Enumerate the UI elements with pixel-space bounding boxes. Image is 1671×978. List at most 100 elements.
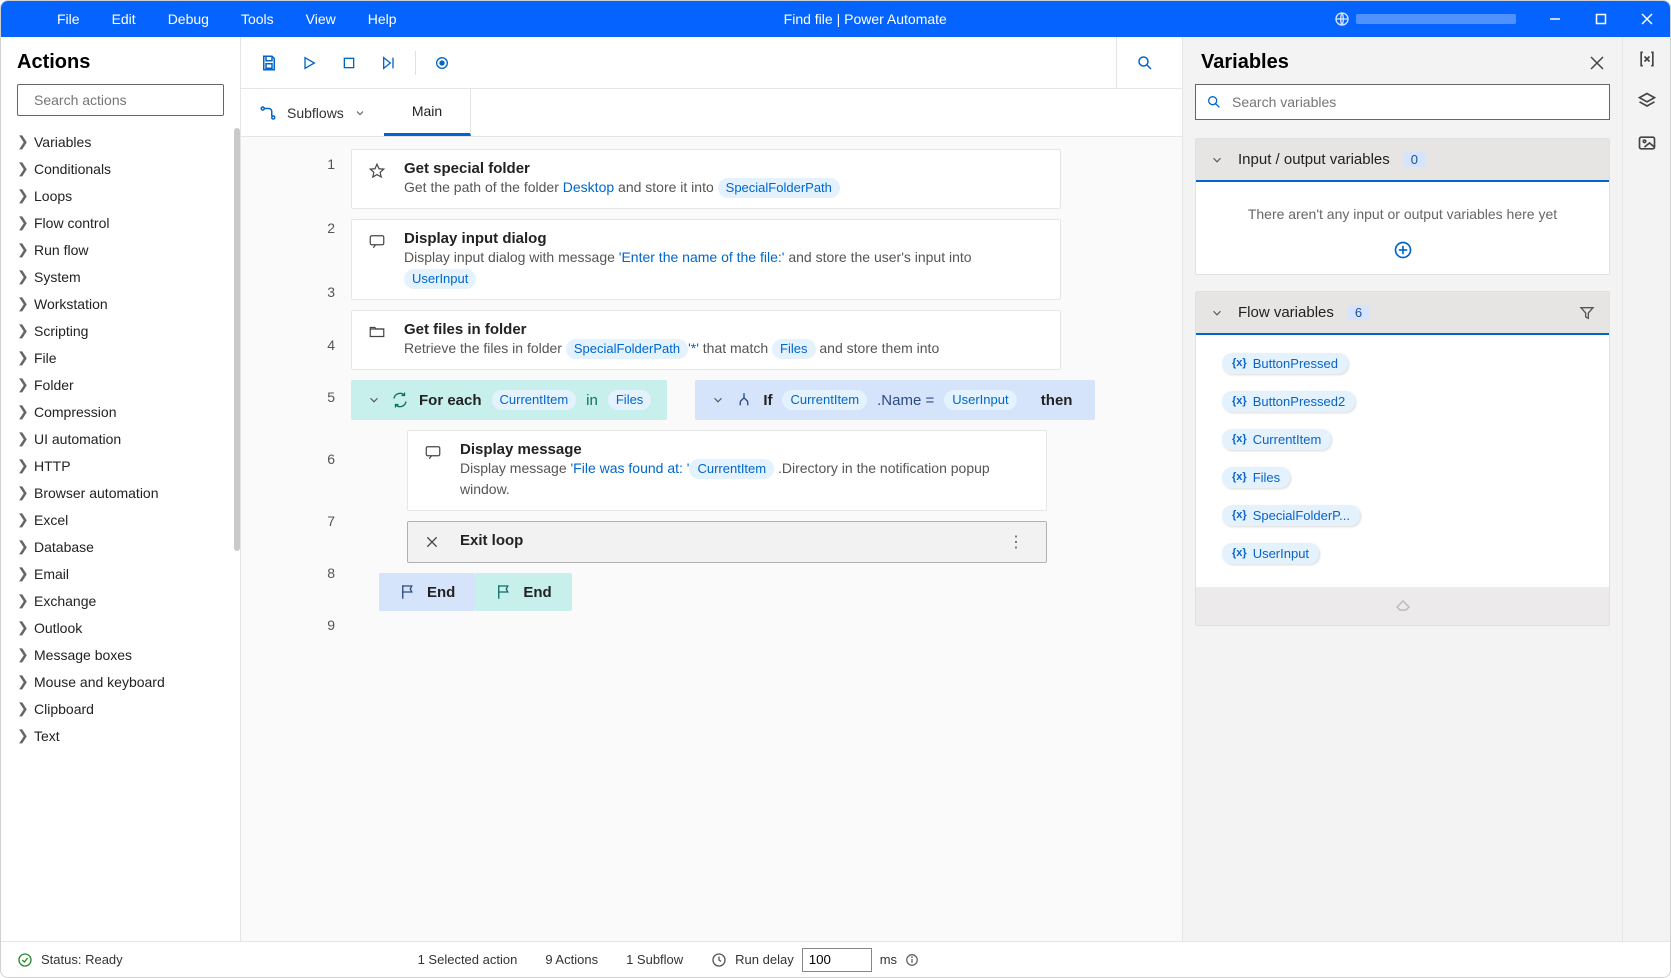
- actions-category[interactable]: ❯Clipboard: [1, 695, 240, 722]
- save-button[interactable]: [251, 45, 287, 81]
- actions-search-input[interactable]: [34, 92, 215, 108]
- stop-button[interactable]: [331, 45, 367, 81]
- foreach-block[interactable]: For each CurrentItem in Files: [351, 380, 667, 420]
- actions-category-list[interactable]: ❯Variables❯Conditionals❯Loops❯Flow contr…: [1, 128, 240, 941]
- flow-variable-row[interactable]: {x}Files: [1230, 463, 1595, 491]
- flow-variable-row[interactable]: {x}CurrentItem: [1230, 425, 1595, 453]
- variable-token[interactable]: CurrentItem: [782, 390, 867, 410]
- layers-rail-button[interactable]: [1637, 91, 1657, 111]
- step-card[interactable]: Exit loop⋮: [407, 521, 1047, 563]
- io-variables-header[interactable]: Input / output variables 0: [1196, 139, 1609, 182]
- actions-category[interactable]: ❯Loops: [1, 182, 240, 209]
- end-if-block[interactable]: End: [379, 573, 475, 611]
- actions-category[interactable]: ❯Run flow: [1, 236, 240, 263]
- menu-file[interactable]: File: [41, 1, 96, 37]
- maximize-button[interactable]: [1578, 1, 1624, 37]
- actions-search-box[interactable]: [17, 84, 224, 116]
- actions-category[interactable]: ❯Email: [1, 560, 240, 587]
- flow-variable-row[interactable]: {x}SpecialFolderP...: [1230, 501, 1595, 529]
- variable-token[interactable]: Files: [772, 339, 815, 359]
- actions-category[interactable]: ❯Scripting: [1, 317, 240, 344]
- run-delay-label: Run delay: [735, 952, 794, 967]
- chevron-down-icon: [1210, 306, 1224, 320]
- actions-category[interactable]: ❯Variables: [1, 128, 240, 155]
- actions-category[interactable]: ❯File: [1, 344, 240, 371]
- tab-main[interactable]: Main: [384, 89, 471, 136]
- variable-name: UserInput: [1253, 546, 1309, 561]
- subflows-dropdown[interactable]: Subflows: [241, 89, 384, 136]
- images-rail-button[interactable]: [1637, 133, 1657, 153]
- menu-help[interactable]: Help: [352, 1, 413, 37]
- menu-debug[interactable]: Debug: [152, 1, 225, 37]
- variable-token[interactable]: UserInput: [404, 269, 476, 289]
- collapse-button[interactable]: [711, 393, 725, 407]
- actions-category[interactable]: ❯Conditionals: [1, 155, 240, 182]
- variable-token[interactable]: CurrentItem: [689, 459, 774, 479]
- variable-chip[interactable]: {x}Files: [1222, 467, 1290, 488]
- message-icon: [424, 443, 444, 461]
- menu-view[interactable]: View: [290, 1, 352, 37]
- info-icon[interactable]: [905, 953, 919, 967]
- variable-chip[interactable]: {x}ButtonPressed2: [1222, 391, 1355, 412]
- step-more-button[interactable]: ⋮: [1002, 532, 1030, 552]
- flow-variable-row[interactable]: {x}ButtonPressed2: [1230, 387, 1595, 415]
- flow-variable-row[interactable]: {x}ButtonPressed: [1230, 349, 1595, 377]
- variable-token[interactable]: Files: [608, 390, 651, 410]
- step-button[interactable]: [371, 45, 407, 81]
- flow-variables-filter-button[interactable]: [1579, 305, 1595, 321]
- canvas-search-button[interactable]: [1116, 37, 1172, 88]
- actions-category[interactable]: ❯Excel: [1, 506, 240, 533]
- variables-search-input[interactable]: [1232, 94, 1599, 110]
- step-card[interactable]: Get special folderGet the path of the fo…: [351, 149, 1061, 209]
- close-button[interactable]: [1624, 1, 1670, 37]
- add-io-variable-button[interactable]: [1212, 240, 1593, 260]
- menu-edit[interactable]: Edit: [96, 1, 152, 37]
- variable-chip[interactable]: {x}CurrentItem: [1222, 429, 1331, 450]
- run-button[interactable]: [291, 45, 327, 81]
- variable-chip[interactable]: {x}SpecialFolderP...: [1222, 505, 1360, 526]
- if-block[interactable]: If CurrentItem .Name = UserInput then: [695, 380, 1095, 420]
- flow-variable-row[interactable]: {x}UserInput: [1230, 539, 1595, 567]
- actions-category[interactable]: ❯Text: [1, 722, 240, 749]
- variable-chip[interactable]: {x}UserInput: [1222, 543, 1319, 564]
- step-card[interactable]: Get files in folderRetrieve the files in…: [351, 310, 1061, 370]
- end-foreach-block[interactable]: End: [475, 573, 571, 611]
- variable-token[interactable]: UserInput: [944, 390, 1016, 410]
- record-button[interactable]: [424, 45, 460, 81]
- step-card[interactable]: Display input dialogDisplay input dialog…: [351, 219, 1061, 300]
- step-card[interactable]: Display messageDisplay message 'File was…: [407, 430, 1047, 511]
- actions-category-label: Scripting: [34, 323, 88, 339]
- variables-search-box[interactable]: [1195, 84, 1610, 120]
- loop-icon: [391, 391, 409, 409]
- actions-category[interactable]: ❯System: [1, 263, 240, 290]
- actions-category[interactable]: ❯UI automation: [1, 425, 240, 452]
- actions-category[interactable]: ❯Message boxes: [1, 641, 240, 668]
- run-delay-input[interactable]: [802, 948, 872, 972]
- x-icon: [424, 534, 444, 550]
- variable-token[interactable]: SpecialFolderPath: [566, 339, 688, 359]
- actions-category[interactable]: ❯Outlook: [1, 614, 240, 641]
- flow-steps-area[interactable]: 123456789 Get special folderGet the path…: [241, 137, 1182, 941]
- variable-chip[interactable]: {x}ButtonPressed: [1222, 353, 1348, 374]
- menu-tools[interactable]: Tools: [225, 1, 290, 37]
- keyword-in: in: [586, 392, 598, 409]
- actions-category[interactable]: ❯Mouse and keyboard: [1, 668, 240, 695]
- variables-rail-button[interactable]: [1637, 49, 1657, 69]
- clear-variables-button[interactable]: [1196, 587, 1609, 625]
- actions-category[interactable]: ❯Database: [1, 533, 240, 560]
- environment-picker[interactable]: [1318, 11, 1532, 27]
- variables-close-button[interactable]: [1590, 56, 1604, 70]
- flow-variables-header[interactable]: Flow variables 6: [1196, 292, 1609, 335]
- actions-category[interactable]: ❯Exchange: [1, 587, 240, 614]
- actions-category[interactable]: ❯Flow control: [1, 209, 240, 236]
- variable-token[interactable]: CurrentItem: [492, 390, 577, 410]
- actions-category[interactable]: ❯Compression: [1, 398, 240, 425]
- actions-category[interactable]: ❯Folder: [1, 371, 240, 398]
- actions-category[interactable]: ❯Workstation: [1, 290, 240, 317]
- minimize-button[interactable]: [1532, 1, 1578, 37]
- collapse-button[interactable]: [367, 393, 381, 407]
- actions-category[interactable]: ❯Browser automation: [1, 479, 240, 506]
- flag-icon: [495, 583, 513, 601]
- actions-category[interactable]: ❯HTTP: [1, 452, 240, 479]
- variable-token[interactable]: SpecialFolderPath: [718, 178, 840, 198]
